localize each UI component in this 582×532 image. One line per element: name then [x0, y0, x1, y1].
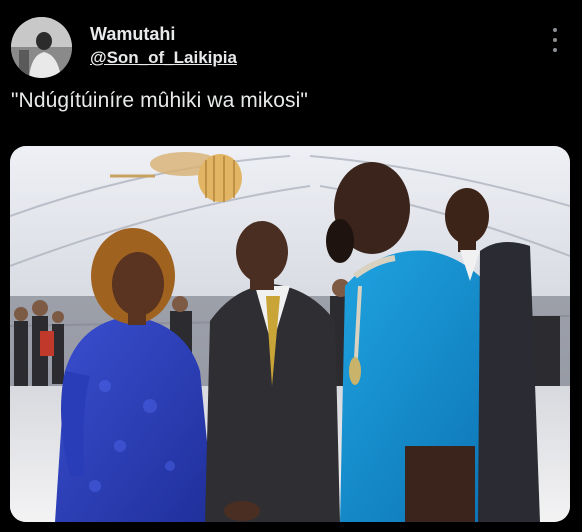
tweet-text: "Ndúgítúiníre mûhiki wa mikosi"	[11, 89, 308, 112]
author-avatar[interactable]	[11, 17, 72, 78]
dot	[553, 28, 557, 32]
more-options-icon[interactable]	[545, 28, 565, 52]
dot	[553, 48, 557, 52]
tweet-photo[interactable]	[10, 146, 570, 522]
author-display-name[interactable]: Wamutahi	[90, 24, 175, 45]
avatar-image	[11, 17, 72, 78]
dot	[553, 38, 557, 42]
author-handle[interactable]: @Son_of_Laikipia	[90, 48, 237, 68]
photo-illustration	[10, 146, 570, 522]
tweet: Wamutahi @Son_of_Laikipia "Ndúgítúiníre …	[0, 0, 582, 532]
